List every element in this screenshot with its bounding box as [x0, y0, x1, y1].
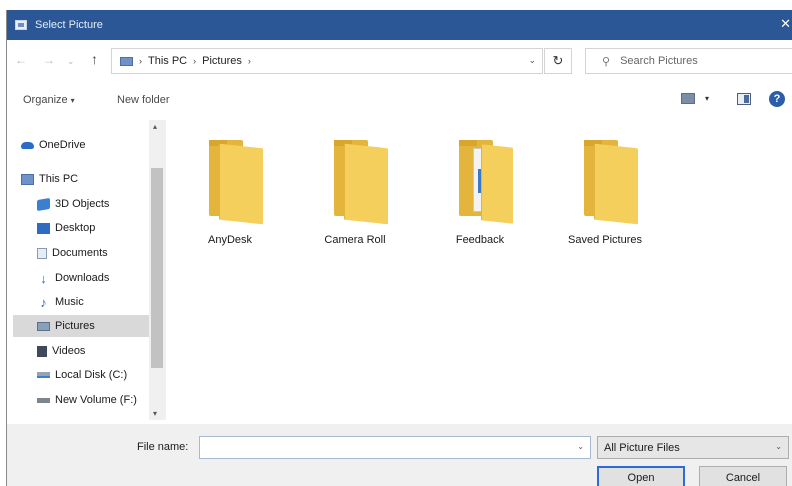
view-options-icon[interactable]	[681, 93, 695, 104]
folder-icon	[209, 140, 263, 225]
title-bar: Select Picture ✕	[7, 10, 792, 40]
nav-item-label: New Volume (F:)	[55, 394, 137, 406]
breadcrumb-pictures[interactable]: Pictures	[202, 55, 242, 67]
up-button[interactable]: ↑	[91, 51, 98, 67]
folder-icon	[459, 140, 513, 224]
address-bar[interactable]: › This PC › Pictures › ⌄	[111, 48, 543, 74]
new-folder-button[interactable]: New folder	[117, 94, 170, 106]
preview-pane-icon[interactable]	[737, 93, 751, 105]
drive-icon	[37, 397, 50, 403]
open-button[interactable]: Open	[597, 466, 685, 486]
folder-item-feedback[interactable]: Feedback	[425, 130, 535, 250]
documents-icon	[37, 247, 47, 259]
view-options-dropdown[interactable]: ▾	[705, 94, 709, 103]
file-name-label: File name:	[137, 441, 189, 453]
folder-item-anydesk[interactable]: AnyDesk	[175, 130, 285, 250]
search-box[interactable]: ⚲	[585, 48, 792, 74]
scrollbar-thumb[interactable]	[151, 168, 163, 368]
forward-button[interactable]: →	[43, 53, 55, 67]
pictures-icon	[37, 321, 50, 331]
nav-item-label: Pictures	[55, 320, 95, 332]
nav-item-label: OneDrive	[39, 139, 86, 151]
help-icon[interactable]: ?	[769, 91, 785, 107]
organize-menu[interactable]: Organize ▾	[23, 94, 75, 106]
folder-label: Camera Roll	[324, 234, 386, 246]
organize-label: Organize	[23, 94, 68, 106]
onedrive-icon	[21, 141, 34, 149]
computer-icon	[21, 173, 34, 185]
file-type-select[interactable]: All Picture Files ⌄	[597, 436, 789, 459]
chevron-down-icon[interactable]: ⌄	[577, 442, 584, 451]
search-icon: ⚲	[602, 55, 611, 68]
breadcrumb-separator: ›	[193, 56, 197, 66]
recent-locations-button[interactable]: ⌄	[67, 56, 75, 67]
folder-item-saved-pictures[interactable]: Saved Pictures	[550, 130, 660, 250]
local-disk-icon	[37, 372, 50, 378]
command-bar: Organize ▾ New folder ▾ ?	[7, 86, 792, 114]
file-type-value: All Picture Files	[604, 441, 680, 454]
nav-item-label: 3D Objects	[55, 198, 110, 210]
address-row: ← → ⌄ ↑ › This PC › Pictures › ⌄ ↻ ⚲	[7, 48, 792, 76]
nav-pane-scrollbar[interactable]: ▴ ▾	[149, 120, 166, 420]
refresh-button[interactable]: ↻	[544, 48, 572, 74]
cancel-button[interactable]: Cancel	[699, 466, 787, 486]
desktop-icon	[37, 222, 50, 234]
search-input[interactable]	[620, 55, 781, 67]
folder-label: AnyDesk	[207, 234, 253, 246]
downloads-icon: ↓	[40, 270, 47, 286]
folder-label: Feedback	[455, 234, 505, 246]
nav-item-label: This PC	[39, 173, 79, 185]
file-list: AnyDesk Camera Roll Feedback Saved Pictu…	[175, 120, 792, 420]
computer-icon	[120, 56, 133, 66]
file-name-input[interactable]	[204, 437, 564, 458]
nav-item-label: Local Disk (C:)	[55, 369, 128, 381]
nav-item-label: Desktop	[55, 222, 96, 234]
scroll-down-arrow[interactable]: ▾	[153, 409, 157, 418]
music-icon: ♪	[40, 294, 47, 310]
nav-item-label: Downloads	[55, 272, 110, 284]
nav-item-onedrive[interactable]: OneDrive	[21, 134, 161, 156]
picture-icon	[15, 20, 27, 30]
3d-objects-icon	[37, 197, 50, 211]
nav-item-label: Videos	[52, 345, 86, 357]
file-name-combobox[interactable]: ⌄	[199, 436, 591, 459]
bottom-panel: File name: ⌄ All Picture Files ⌄ Open Ca…	[7, 424, 792, 486]
select-picture-dialog: Select Picture ✕ ← → ⌄ ↑ › This PC › Pic…	[6, 10, 792, 486]
close-button[interactable]: ✕	[780, 16, 791, 32]
breadcrumb-separator: ›	[247, 56, 251, 66]
navigation-pane: OneDrive This PC 3D Objects Desktop Docu…	[7, 120, 167, 420]
nav-item-label: Music	[55, 296, 84, 308]
window-title: Select Picture	[35, 19, 103, 31]
address-history-dropdown[interactable]: ⌄	[528, 55, 536, 66]
folder-label: Saved Pictures	[568, 234, 642, 246]
nav-item-this-pc[interactable]: This PC	[21, 168, 161, 190]
breadcrumb-separator: ›	[139, 56, 142, 66]
folder-item-camera-roll[interactable]: Camera Roll	[300, 130, 410, 250]
nav-item-pictures[interactable]: Pictures	[13, 315, 149, 337]
videos-icon	[37, 345, 47, 357]
folder-icon	[584, 140, 638, 225]
breadcrumb-this-pc[interactable]: This PC	[148, 55, 187, 67]
back-button[interactable]: ←	[15, 53, 27, 67]
chevron-down-icon: ▾	[70, 96, 75, 105]
folder-icon	[334, 140, 388, 225]
scroll-up-arrow[interactable]: ▴	[153, 122, 157, 131]
chevron-down-icon: ⌄	[775, 442, 782, 451]
nav-item-label: Documents	[52, 247, 108, 259]
